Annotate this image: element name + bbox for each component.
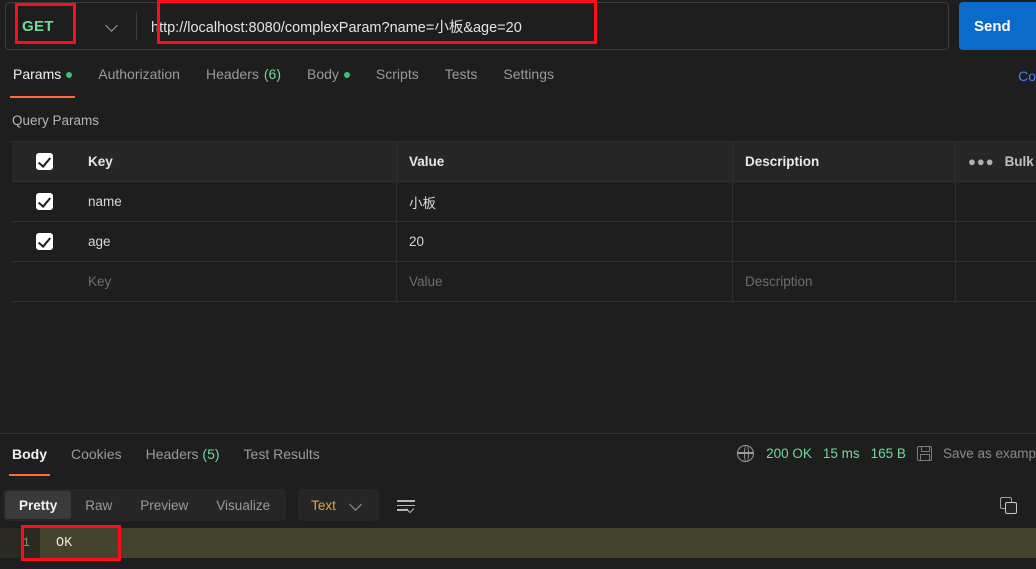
row-key[interactable]: name (76, 182, 397, 221)
tab-headers[interactable]: Headers (6) (193, 58, 294, 96)
table-row-empty[interactable]: Key Value Description (12, 261, 1036, 302)
request-url-bar: GET http://localhost:8080/complexParam?n… (0, 0, 1036, 52)
tab-authorization[interactable]: Authorization (85, 58, 193, 96)
row-checkbox[interactable] (35, 193, 53, 210)
response-format-label: Text (311, 497, 336, 513)
cookies-link[interactable]: Co (1018, 68, 1036, 84)
view-mode-raw[interactable]: Raw (71, 491, 126, 519)
query-params-table: Key Value Description ●●● Bulk name 小板 a… (12, 141, 1036, 302)
response-status: 200 OK (766, 446, 812, 461)
row-checkbox[interactable] (36, 273, 53, 290)
select-all-checkbox[interactable] (35, 153, 53, 170)
chevron-down-icon (106, 20, 118, 32)
query-params-title: Query Params (12, 113, 100, 128)
table-tools-cell: ●●● Bulk (956, 142, 1036, 181)
response-tab-cookies[interactable]: Cookies (59, 442, 134, 472)
response-tab-test-results[interactable]: Test Results (232, 442, 332, 472)
row-key[interactable]: age (76, 222, 397, 261)
row-tools (956, 222, 1036, 261)
response-tab-headers-count: (5) (202, 446, 220, 462)
chevron-down-icon (350, 499, 362, 511)
row-select-cell (12, 182, 76, 221)
row-tools (956, 262, 1036, 301)
tab-scripts-label: Scripts (375, 66, 419, 82)
response-time: 15 ms (822, 446, 860, 461)
row-description[interactable] (733, 222, 956, 261)
table-header-row: Key Value Description ●●● Bulk (12, 141, 1036, 182)
send-button[interactable]: Send (959, 2, 1036, 50)
copy-icon[interactable] (1000, 497, 1018, 515)
modified-dot-icon (343, 72, 350, 78)
tab-authorization-label: Authorization (98, 66, 180, 82)
http-method-dropdown[interactable]: GET (6, 3, 136, 49)
tab-tests-label: Tests (444, 66, 478, 82)
save-as-example-link[interactable]: Save as examp (943, 446, 1036, 461)
new-key-input[interactable]: Key (76, 262, 397, 301)
row-value[interactable]: 20 (397, 222, 733, 261)
view-mode-preview[interactable]: Preview (126, 491, 202, 519)
globe-icon (736, 444, 755, 462)
tab-scripts[interactable]: Scripts (363, 58, 432, 96)
tab-tests[interactable]: Tests (432, 58, 491, 96)
more-options-icon[interactable]: ●●● (968, 155, 995, 168)
column-header-value: Value (397, 142, 733, 181)
tab-headers-label: Headers (205, 66, 259, 82)
word-wrap-icon[interactable] (396, 495, 416, 515)
response-format-dropdown[interactable]: Text (298, 489, 379, 521)
row-select-cell (12, 222, 76, 261)
view-mode-group: Pretty Raw Preview Visualize (3, 489, 287, 521)
copy-icon-front (1005, 502, 1017, 514)
new-value-input[interactable]: Value (397, 262, 733, 301)
table-row[interactable]: name 小板 (12, 181, 1036, 222)
response-size: 165 B (870, 446, 906, 461)
row-checkbox[interactable] (35, 233, 53, 250)
response-tab-headers[interactable]: Headers (5) (134, 442, 232, 472)
pane-divider[interactable] (0, 433, 1036, 434)
response-body-code[interactable]: 1 OK (0, 528, 1036, 569)
response-meta: 200 OK 15 ms 165 B Save as examp (736, 444, 1036, 462)
response-tab-headers-label: Headers (145, 446, 199, 462)
modified-dot-icon (66, 72, 73, 78)
tab-params[interactable]: Params (0, 58, 85, 98)
row-description[interactable] (733, 182, 956, 221)
tab-body-label: Body (307, 66, 339, 82)
tab-settings-label: Settings (503, 66, 554, 82)
column-header-description: Description (733, 142, 956, 181)
tab-params-label: Params (13, 66, 62, 82)
row-value[interactable]: 小板 (397, 182, 733, 221)
save-icon (916, 446, 932, 461)
view-mode-pretty[interactable]: Pretty (5, 491, 72, 519)
row-select-cell (12, 262, 76, 301)
postman-window: GET http://localhost:8080/complexParam?n… (0, 0, 1036, 569)
response-tabs: Body Cookies Headers (5) Test Results (0, 442, 332, 476)
select-all-cell (12, 142, 76, 181)
bulk-edit-link[interactable]: Bulk (1005, 154, 1034, 169)
http-method-label: GET (22, 17, 54, 35)
code-line[interactable]: 1 OK (0, 528, 1036, 558)
url-shell: GET http://localhost:8080/complexParam?n… (5, 2, 949, 50)
view-mode-visualize[interactable]: Visualize (202, 491, 284, 519)
request-tabs: Params Authorization Headers (6) Body Sc… (0, 58, 1036, 98)
tab-settings[interactable]: Settings (490, 58, 567, 96)
new-description-input[interactable]: Description (733, 262, 956, 301)
response-tab-body[interactable]: Body (0, 442, 59, 476)
row-tools (956, 182, 1036, 221)
code-line-number: 1 (0, 528, 40, 558)
tab-headers-count: (6) (263, 66, 281, 82)
response-body-toolbar: Pretty Raw Preview Visualize Text (0, 487, 1036, 523)
url-input[interactable]: http://localhost:8080/complexParam?name=… (137, 3, 948, 49)
tab-body[interactable]: Body (294, 58, 363, 96)
table-row[interactable]: age 20 (12, 221, 1036, 262)
column-header-key: Key (76, 142, 397, 181)
code-line-text: OK (56, 535, 73, 551)
